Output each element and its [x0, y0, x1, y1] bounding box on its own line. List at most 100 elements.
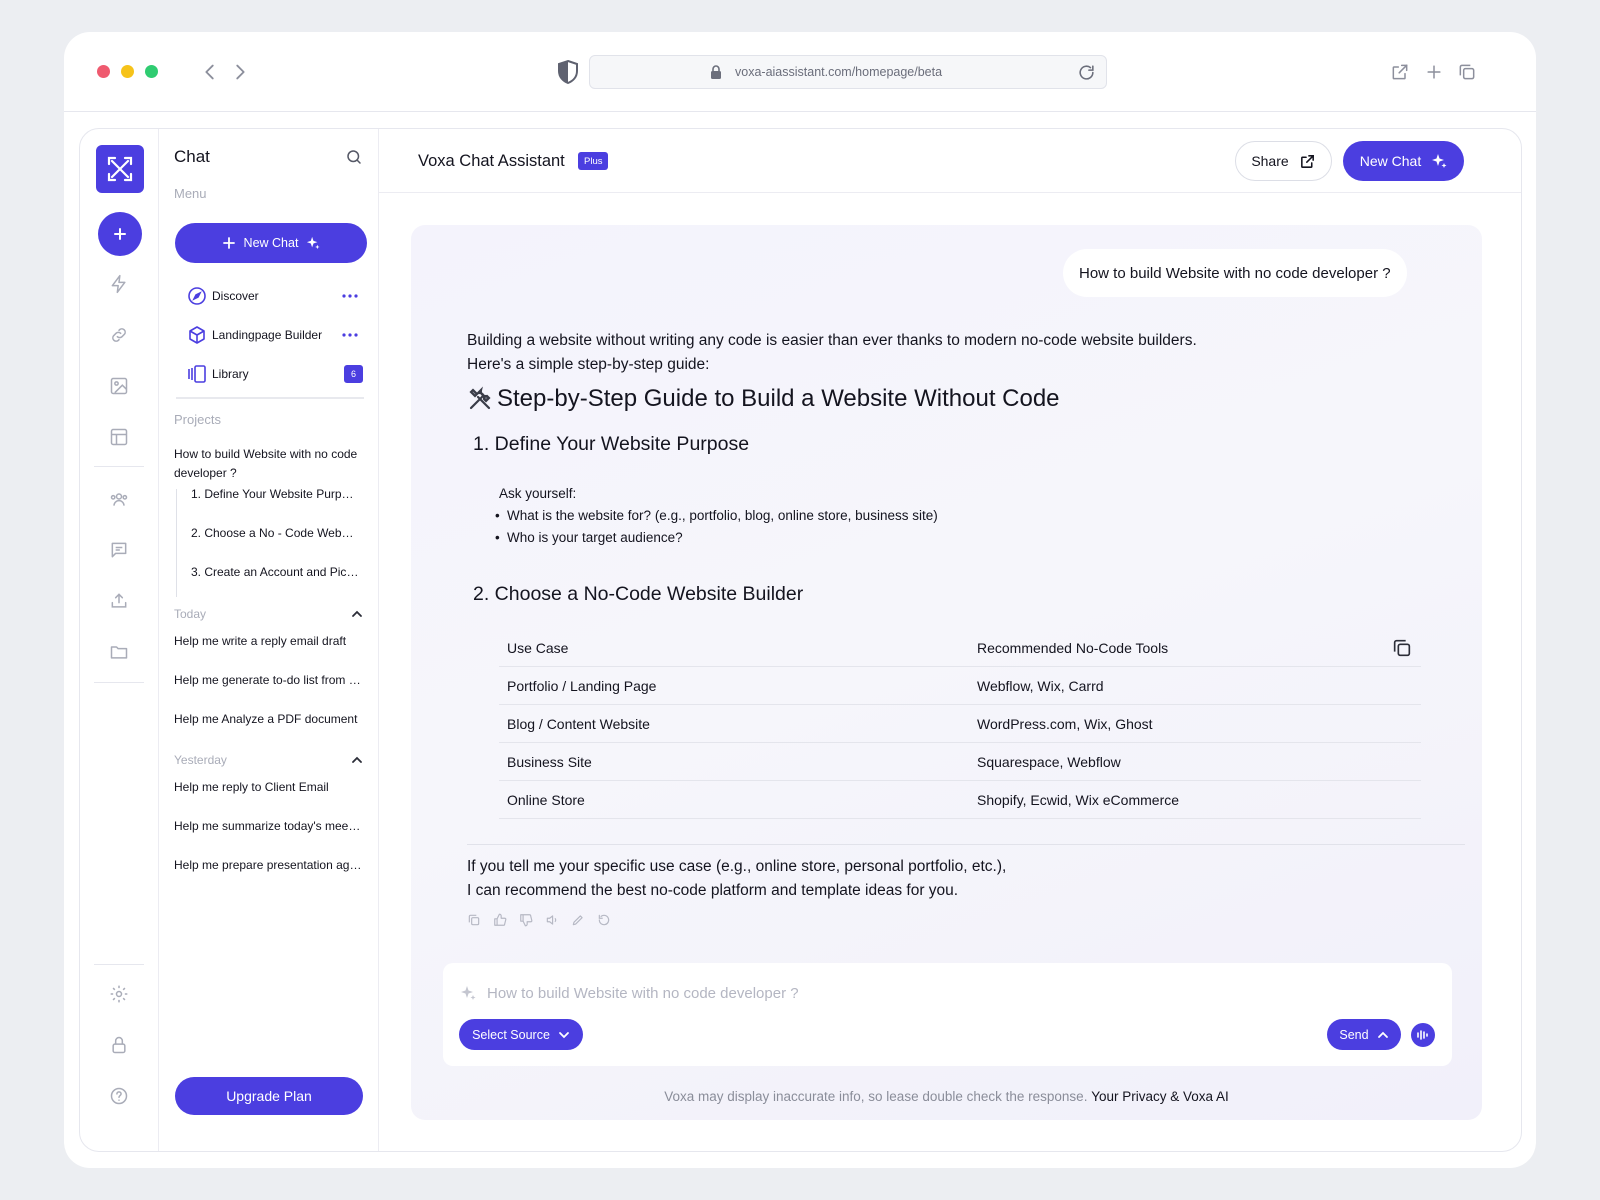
message-input[interactable]: [487, 979, 1187, 1007]
privacy-link[interactable]: Your Privacy & Voxa AI: [1091, 1089, 1229, 1104]
library-icon: [187, 364, 207, 384]
chat-history-item[interactable]: Help me Analyze a PDF document: [174, 712, 362, 726]
rail-divider: [94, 682, 144, 683]
today-group-header[interactable]: Today: [174, 605, 364, 623]
edit-icon[interactable]: [571, 913, 585, 927]
lightning-icon[interactable]: [109, 274, 129, 294]
chat-history-item[interactable]: Help me prepare presentation agenda: [174, 858, 362, 872]
sidebar-item-discover[interactable]: Discover: [187, 284, 363, 308]
response-outro: If you tell me your specific use case (e…: [467, 858, 1007, 875]
maximize-window-button[interactable]: [145, 65, 158, 78]
sparkle-icon: [306, 236, 320, 250]
response-divider: [467, 844, 1465, 845]
chat-history-item[interactable]: Help me generate to-do list from notes: [174, 673, 362, 687]
chevron-down-icon: [558, 1029, 570, 1041]
minimize-window-button[interactable]: [121, 65, 134, 78]
chat-history-item[interactable]: Help me summarize today's meeting notes: [174, 819, 362, 833]
new-tab-plus-icon[interactable]: [1424, 62, 1444, 82]
yesterday-group-header[interactable]: Yesterday: [174, 751, 364, 769]
close-window-button[interactable]: [97, 65, 110, 78]
select-source-button[interactable]: Select Source: [459, 1019, 583, 1050]
main-header: Voxa Chat Assistant Plus Share New Chat: [379, 129, 1521, 193]
folder-icon[interactable]: [109, 642, 129, 662]
tree-line: [176, 489, 177, 597]
add-button[interactable]: [98, 212, 142, 256]
table-header-cell: Use Case: [507, 640, 569, 656]
voice-input-button[interactable]: [1411, 1023, 1435, 1047]
disclaimer: Voxa may display inaccurate info, so lea…: [411, 1089, 1482, 1104]
table-row: Blog / Content Website WordPress.com, Wi…: [499, 705, 1421, 743]
sidebar-item-label: Landingpage Builder: [212, 328, 323, 342]
step-1-prompt: Ask yourself:: [499, 486, 577, 501]
table-cell: Squarespace, Webflow: [977, 754, 1121, 770]
chevron-up-icon[interactable]: [350, 607, 364, 621]
sidebar-item-label: Library: [212, 367, 249, 381]
response-intro: Building a website without writing any c…: [467, 332, 1197, 349]
settings-icon[interactable]: [109, 984, 129, 1004]
thumbs-down-icon[interactable]: [519, 913, 533, 927]
table-cell: Blog / Content Website: [507, 716, 650, 732]
project-title[interactable]: How to build Website with no code develo…: [174, 445, 362, 483]
shield-icon[interactable]: [556, 59, 580, 85]
search-icon[interactable]: [345, 148, 363, 166]
icon-rail: [80, 129, 159, 1151]
chat-history-item[interactable]: Help me reply to Client Email: [174, 780, 362, 794]
upgrade-plan-button[interactable]: Upgrade Plan: [175, 1077, 363, 1115]
project-sub-item[interactable]: 2. Choose a No - Code Website Builder: [191, 526, 359, 540]
chevron-up-icon[interactable]: [350, 753, 364, 767]
table-header-row: Use Case Recommended No-Code Tools: [499, 629, 1421, 667]
sparkle-icon: [460, 985, 476, 1001]
share-button[interactable]: Share: [1235, 141, 1332, 181]
step-1-bullet: What is the website for? (e.g., portfoli…: [495, 508, 938, 523]
guide-heading-text: Step-by-Step Guide to Build a Website Wi…: [497, 385, 1060, 412]
lock-icon[interactable]: [109, 1035, 129, 1055]
tabs-overview-icon[interactable]: [1457, 62, 1477, 82]
external-link-icon: [1299, 153, 1316, 170]
message-composer: Select Source Send: [443, 963, 1452, 1066]
project-sub-item[interactable]: 3. Create an Account and Pick a Template: [191, 565, 359, 579]
thumbs-up-icon[interactable]: [493, 913, 507, 927]
page-title: Voxa Chat Assistant: [418, 152, 565, 170]
sidebar-item-library[interactable]: Library 6: [187, 362, 363, 386]
copy-icon[interactable]: [467, 913, 481, 927]
new-chat-label: New Chat: [1359, 153, 1422, 169]
table-cell: Webflow, Wix, Carrd: [977, 678, 1104, 694]
cube-icon: [187, 325, 207, 345]
chevron-up-icon: [1377, 1029, 1389, 1041]
sidebar-new-chat-button[interactable]: New Chat: [175, 223, 367, 263]
address-bar[interactable]: voxa-aiassistant.com/homepage/beta: [589, 55, 1107, 89]
back-arrow-icon[interactable]: [199, 61, 221, 83]
reload-icon[interactable]: [1077, 63, 1096, 82]
plus-icon: [222, 236, 236, 250]
link-icon[interactable]: [109, 325, 129, 345]
sidebar-item-landingpage-builder[interactable]: Landingpage Builder: [187, 323, 363, 347]
step-2-heading: 2. Choose a No-Code Website Builder: [473, 583, 804, 605]
speaker-icon[interactable]: [545, 913, 559, 927]
image-icon[interactable]: [109, 376, 129, 396]
main-area: Voxa Chat Assistant Plus Share New Chat …: [379, 129, 1521, 1151]
new-chat-button[interactable]: New Chat: [1343, 141, 1464, 181]
external-link-icon[interactable]: [1390, 62, 1410, 82]
chat-history-item[interactable]: Help me write a reply email draft: [174, 634, 362, 648]
forward-arrow-icon[interactable]: [229, 61, 251, 83]
layout-icon[interactable]: [109, 427, 129, 447]
upload-icon[interactable]: [109, 591, 129, 611]
regenerate-icon[interactable]: [597, 913, 611, 927]
message-icon[interactable]: [109, 540, 129, 560]
table-row: Business Site Squarespace, Webflow: [499, 743, 1421, 781]
conversation-panel: How to build Website with no code develo…: [411, 225, 1482, 1120]
browser-toolbar: voxa-aiassistant.com/homepage/beta: [64, 32, 1536, 112]
guide-heading: Step-by-Step Guide to Build a Website Wi…: [467, 385, 1060, 413]
copy-icon[interactable]: [1391, 637, 1413, 659]
table-cell: Online Store: [507, 792, 585, 808]
today-label: Today: [174, 607, 207, 621]
help-icon[interactable]: [109, 1086, 129, 1106]
send-button[interactable]: Send: [1327, 1019, 1401, 1050]
logo-icon[interactable]: [96, 145, 144, 193]
response-intro: Here's a simple step-by-step guide:: [467, 356, 710, 373]
users-icon[interactable]: [109, 489, 129, 509]
app-container: Chat Menu New Chat Discover Landingpage …: [79, 128, 1522, 1152]
more-options-icon[interactable]: [341, 327, 359, 343]
more-options-icon[interactable]: [341, 288, 359, 304]
project-sub-item[interactable]: 1. Define Your Website Purpose: [191, 487, 359, 501]
